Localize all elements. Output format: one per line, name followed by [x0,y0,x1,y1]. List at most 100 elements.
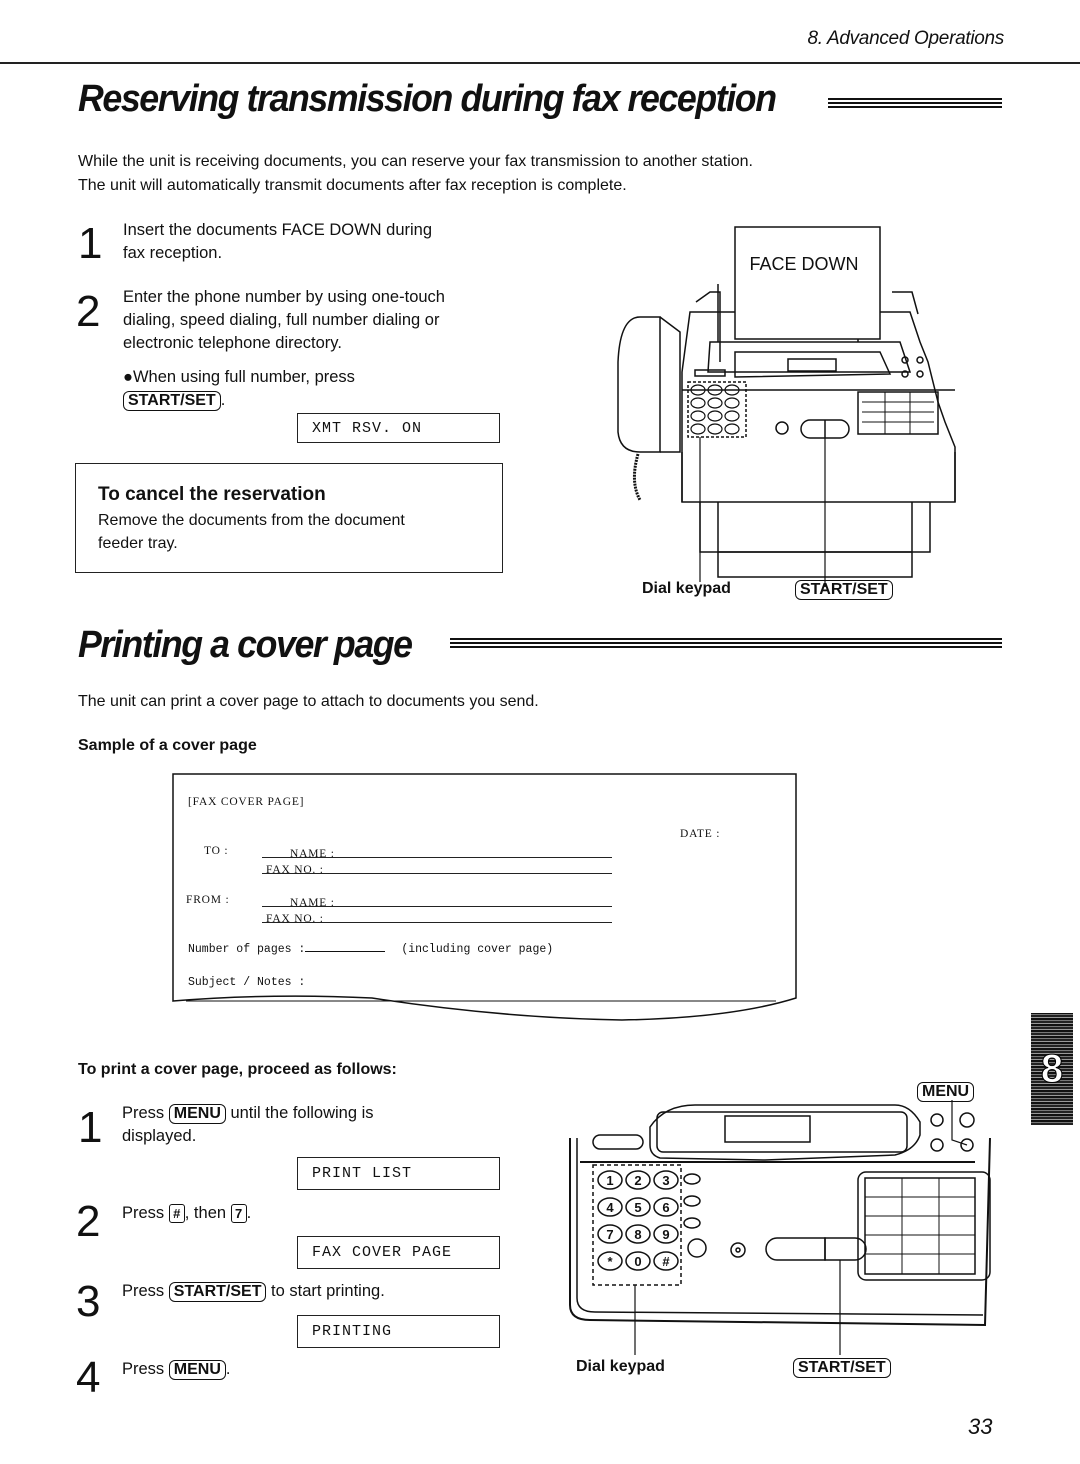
section-label: 8. Advanced Operations [807,28,1004,49]
name-label: NAME : [290,897,335,909]
keypad-key-label: 0 [634,1254,641,1269]
from-fax-line: FAX NO. : [262,909,612,925]
start-set-button [800,419,850,439]
keypad-key-label: # [662,1254,670,1269]
cover-page-sample: [FAX COVER PAGE] DATE : TO : NAME : FAX … [172,773,797,1028]
start-set-button [824,1237,867,1261]
lcd-display: PRINT LIST [297,1157,500,1190]
step-number: 4 [76,1353,101,1402]
face-down-label: FACE DOWN [749,254,859,274]
step-text: Insert the documents FACE DOWN during fa… [123,219,432,265]
sample-pages-row: Number of pages : (including cover page) [188,943,553,956]
name-label: NAME : [290,848,335,860]
start-set-callout: START/SET [795,580,893,600]
proceed-label: To print a cover page, proceed as follow… [78,1061,397,1078]
step-line: Insert the documents FACE DOWN during [123,221,433,239]
sample-date-label: DATE : [680,828,721,840]
step-line: electronic telephone directory. [123,334,342,352]
step-text-part: . [246,1204,252,1222]
keypad-key-label: 3 [662,1173,669,1188]
page-number: 33 [968,1414,993,1439]
fax-machine-illustration [617,226,956,587]
step-text-part: Press [122,1360,169,1378]
keypad-key-label: 1 [606,1173,613,1188]
step-text-part: . [225,1360,231,1378]
keypad-key-label: 2 [634,1173,641,1188]
step-text-part: until the following is [225,1104,374,1122]
step-text: Press MENU until the following is displa… [122,1102,374,1148]
bullet-note: ●When using full number, press START/SET… [123,366,355,412]
step-text: Press START/SET to start printing. [122,1280,385,1303]
sample-from-label: FROM : [186,894,230,906]
step-line: dialing, speed dialing, full number dial… [123,311,440,329]
keypad-key-label: 4 [606,1200,614,1215]
step-text-part: Press [122,1204,169,1222]
title-rules [450,638,1002,650]
start-set-key: START/SET [123,391,221,411]
fax-no-label: FAX NO. : [266,864,324,876]
reserve-intro-1: While the unit is receiving documents, y… [78,153,753,170]
keypad-key-label: 7 [606,1227,613,1242]
keypad-key-label: * [607,1254,613,1269]
step-text-part: , then [184,1204,231,1222]
keypad-key-label: 6 [662,1200,669,1215]
chapter-number: 8 [1040,1046,1064,1091]
seven-key: 7 [230,1204,247,1223]
step-text: Press #, then 7. [122,1202,251,1225]
lcd-display: FAX COVER PAGE [297,1236,500,1269]
lcd-display: XMT RSV. ON [297,413,500,443]
step-line: Enter the phone number by using one-touc… [123,288,445,306]
fax-no-label: FAX NO. : [266,913,324,925]
sample-label: Sample of a cover page [78,737,257,754]
title-rules [828,98,1002,110]
menu-key: MENU [168,1104,226,1124]
reserve-intro-2: The unit will automatically transmit doc… [78,177,627,194]
reserve-title: Reserving transmission during fax recept… [78,78,777,120]
reserve-heading: Reserving transmission during fax recept… [78,78,820,121]
cover-title: Printing a cover page [78,624,413,666]
dial-keypad-callout: Dial keypad [576,1358,665,1375]
cancel-line: Remove the documents from the document [98,512,405,529]
step-number: 2 [76,1197,101,1246]
pages-blank [305,951,386,952]
control-panel-illustration: 1 2 3 4 5 6 7 8 9 * 0 # [569,1100,991,1355]
cancel-reservation-box: To cancel the reservation Remove the doc… [75,463,503,573]
bullet-text: ●When using full number, press [123,368,355,386]
paper-sheet [734,226,881,340]
cover-intro: The unit can print a cover page to attac… [78,693,539,710]
lcd-display: PRINTING [297,1315,500,1348]
cancel-title: To cancel the reservation [98,484,326,505]
keypad-key-label: 5 [634,1200,641,1215]
menu-callout: MENU [917,1082,975,1102]
chapter-tab: 8 [1031,1013,1073,1125]
sample-subject-label: Subject / Notes : [188,976,306,989]
to-name-line: NAME : [262,844,612,860]
hash-key: # [168,1204,185,1223]
step-number: 3 [76,1277,101,1326]
step-text-part: Press [122,1282,169,1300]
step-text: Enter the phone number by using one-touc… [123,286,445,355]
step-text-part: Press [122,1104,169,1122]
step-line: fax reception. [123,244,223,262]
sample-heading: [FAX COVER PAGE] [188,796,305,808]
keypad-key-label: 8 [634,1227,641,1242]
step-text-part: to start printing. [266,1282,385,1300]
step-number: 1 [78,219,103,268]
step-number: 2 [76,287,101,336]
header-rule [0,62,1080,64]
sample-to-label: TO : [204,845,229,857]
step-number: 1 [78,1103,103,1152]
step-line: displayed. [122,1127,197,1145]
punctuation: . [220,391,226,409]
pages-note: (including cover page) [401,943,554,956]
start-set-callout: START/SET [793,1358,891,1378]
cancel-line: feeder tray. [98,535,178,552]
pages-label: Number of pages : [188,943,306,956]
menu-key: MENU [168,1360,226,1380]
keypad-key-label: 9 [662,1227,669,1242]
from-name-line: NAME : [262,893,612,909]
start-set-key: START/SET [168,1282,267,1302]
to-fax-line: FAX NO. : [262,860,612,876]
step-text: Press MENU. [122,1358,230,1381]
dial-keypad-callout: Dial keypad [642,580,731,597]
